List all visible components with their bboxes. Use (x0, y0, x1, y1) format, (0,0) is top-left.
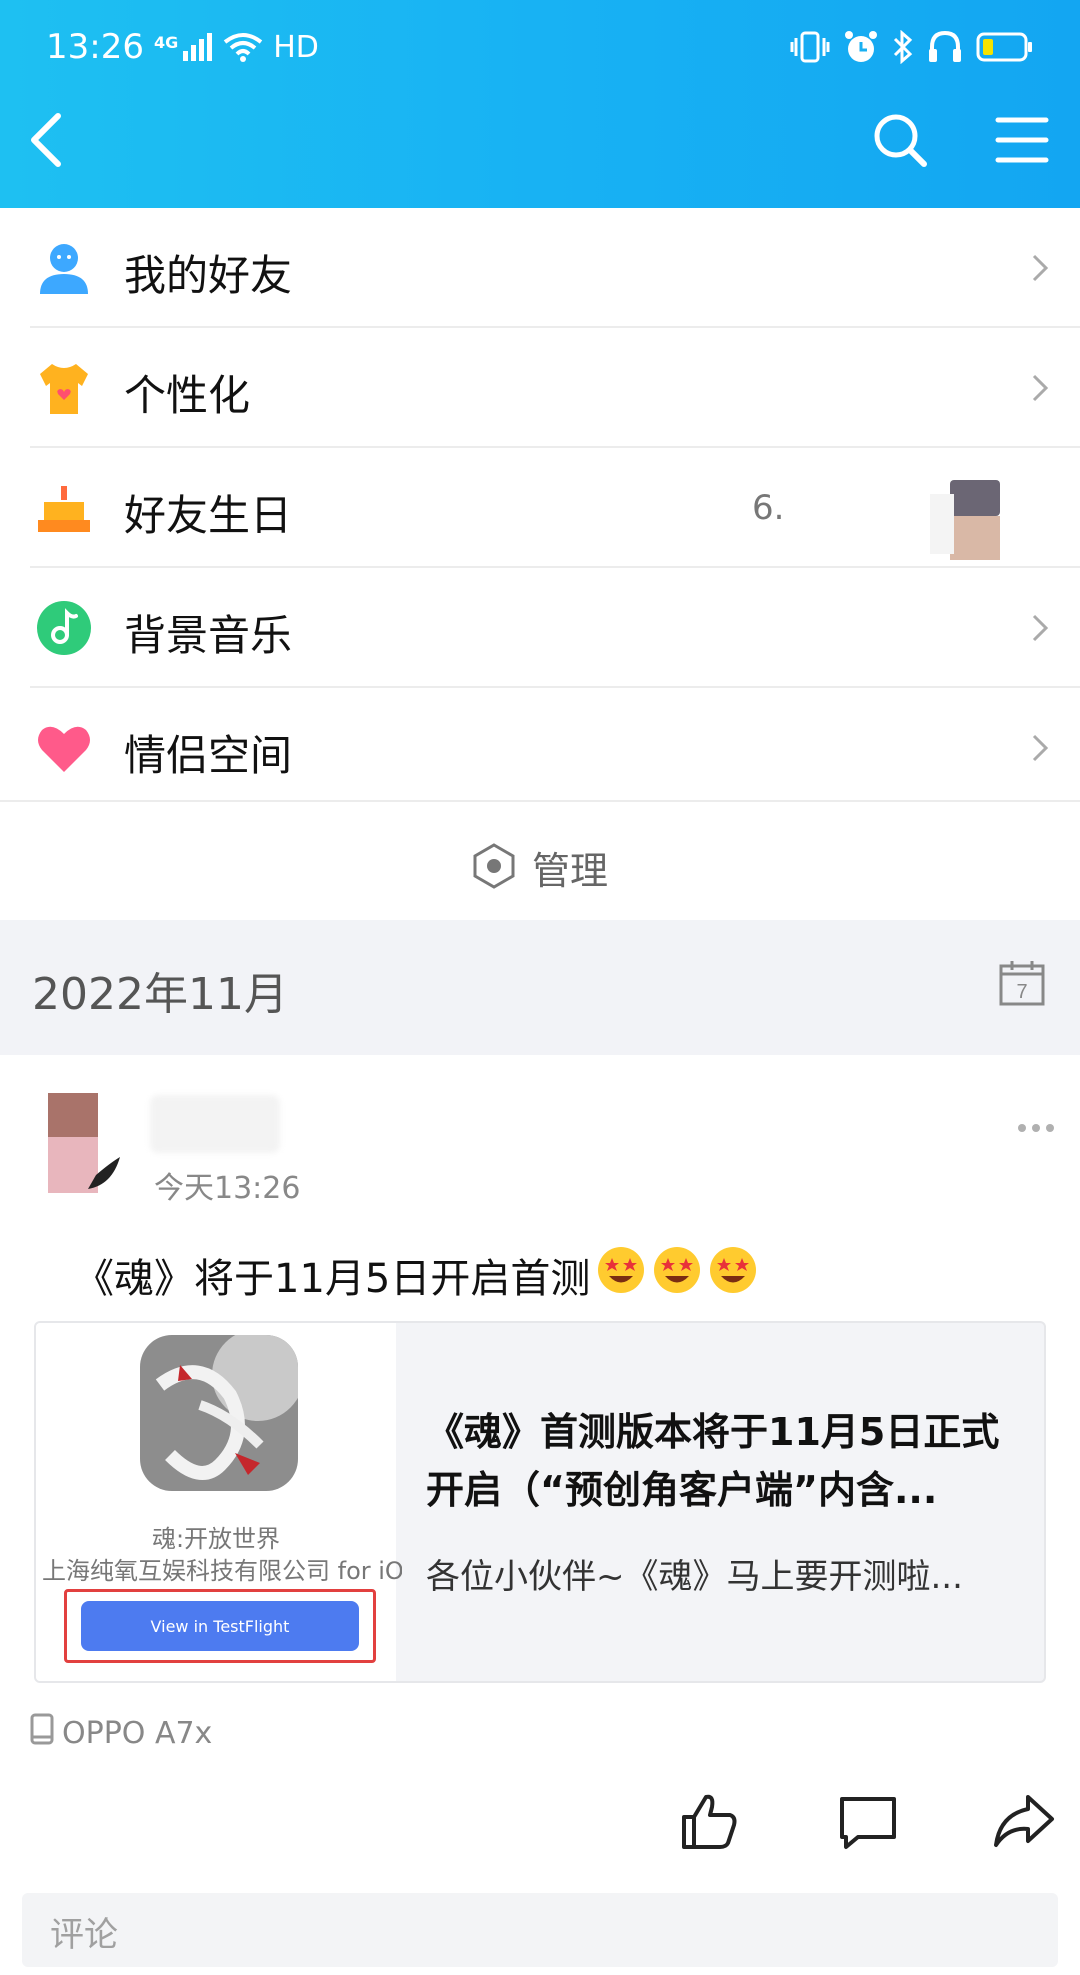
friend-avatar (930, 474, 1002, 564)
app-company: 上海纯氧互娱科技有限公司 for iOS (42, 1557, 402, 1585)
cake-icon (34, 478, 94, 538)
device-info: OPPO A7x (30, 1713, 212, 1753)
like-icon[interactable] (678, 1789, 742, 1853)
nav-bar (0, 100, 1080, 180)
link-card[interactable]: 魂:开放世界 上海纯氧互娱科技有限公司 for iOS View in Test… (34, 1321, 1046, 1683)
card-title: 《魂》首测版本将于11月5日正式开启（“预创角客户端”内含... (426, 1410, 1000, 1512)
battery-icon (976, 32, 1034, 62)
calendar-icon[interactable]: 7 (998, 958, 1046, 1008)
birthday-count: 6. (752, 488, 785, 528)
share-icon[interactable] (992, 1789, 1056, 1853)
menu-icon[interactable] (994, 112, 1050, 168)
svg-text:7: 7 (1016, 981, 1027, 1003)
hd-label: HD (273, 29, 319, 65)
manage-label: 管理 (532, 849, 609, 893)
highlight-box: View in TestFlight (64, 1589, 376, 1663)
shirt-icon (34, 358, 94, 418)
more-options-icon[interactable] (1016, 1119, 1056, 1132)
menu-item-label: 我的好友 (124, 251, 293, 300)
card-thumbnail: 魂:开放世界 上海纯氧互娱科技有限公司 for iOS View in Test… (36, 1323, 402, 1681)
chevron-right-icon (1028, 730, 1052, 766)
wifi-icon (223, 32, 263, 62)
network-icon: 4G (154, 33, 213, 61)
status-time: 13:26 (46, 27, 144, 67)
back-icon[interactable] (18, 108, 78, 172)
feed-post: 今天13:26 《魂》将于11月5日开启首测 魂:开放世界 上海纯氧互娱科技有限… (0, 1055, 1080, 1975)
comment-input[interactable]: 评论 (22, 1893, 1058, 1967)
star-struck-emoji-icon (708, 1245, 758, 1305)
app-name: 魂:开放世界 (151, 1525, 281, 1553)
post-content: 《魂》将于11月5日开启首测 (74, 1245, 758, 1305)
search-icon[interactable] (870, 110, 930, 170)
chevron-right-icon (1028, 370, 1052, 406)
chevron-right-icon (1028, 610, 1052, 646)
heart-icon (34, 718, 94, 778)
comment-icon[interactable] (836, 1789, 900, 1853)
music-icon (34, 598, 94, 658)
menu-item-label: 背景音乐 (124, 611, 293, 660)
settings-hexagon-icon (470, 842, 518, 894)
card-description: 各位小伙伴~《魂》马上要开测啦... (426, 1557, 963, 1597)
menu-item-friends[interactable]: 我的好友 (0, 208, 1080, 328)
menu-item-couple-space[interactable]: 情侣空间 (0, 688, 1080, 808)
month-label: 2022年11月 (32, 969, 288, 1020)
post-text: 《魂》将于11月5日开启首测 (74, 1256, 591, 1302)
top-bar: 13:26 4G HD (0, 0, 1080, 208)
menu-item-music[interactable]: 背景音乐 (0, 568, 1080, 688)
comment-placeholder: 评论 (50, 1915, 118, 1955)
vibrate-icon (790, 30, 830, 64)
status-bar: 13:26 4G HD (46, 22, 1034, 72)
testflight-button: View in TestFlight (81, 1601, 359, 1651)
menu-item-label: 情侣空间 (124, 731, 293, 780)
chevron-right-icon (1028, 250, 1052, 286)
feature-list: 我的好友 个性化 好友生日 6. 背景音乐 情侣空间 (0, 208, 1080, 808)
phone-icon (30, 1713, 54, 1753)
menu-item-label: 好友生日 (124, 491, 293, 540)
device-name: OPPO A7x (62, 1715, 213, 1751)
headphone-icon (928, 30, 962, 64)
avatar[interactable] (48, 1093, 124, 1193)
app-logo-icon (140, 1335, 298, 1491)
alarm-icon (844, 30, 878, 64)
menu-item-personalize[interactable]: 个性化 (0, 328, 1080, 448)
username[interactable] (150, 1095, 280, 1153)
manage-button[interactable]: 管理 (0, 800, 1080, 920)
network-type: 4G (153, 33, 179, 52)
post-time: 今天13:26 (154, 1171, 301, 1206)
menu-item-birthday[interactable]: 好友生日 6. (0, 448, 1080, 568)
post-actions (0, 1785, 1080, 1865)
friend-icon (34, 238, 94, 298)
star-struck-emoji-icon (652, 1245, 702, 1305)
month-header: 2022年11月 7 (0, 920, 1080, 1055)
bluetooth-icon (892, 30, 914, 64)
star-struck-emoji-icon (596, 1245, 646, 1305)
menu-item-label: 个性化 (124, 371, 251, 420)
